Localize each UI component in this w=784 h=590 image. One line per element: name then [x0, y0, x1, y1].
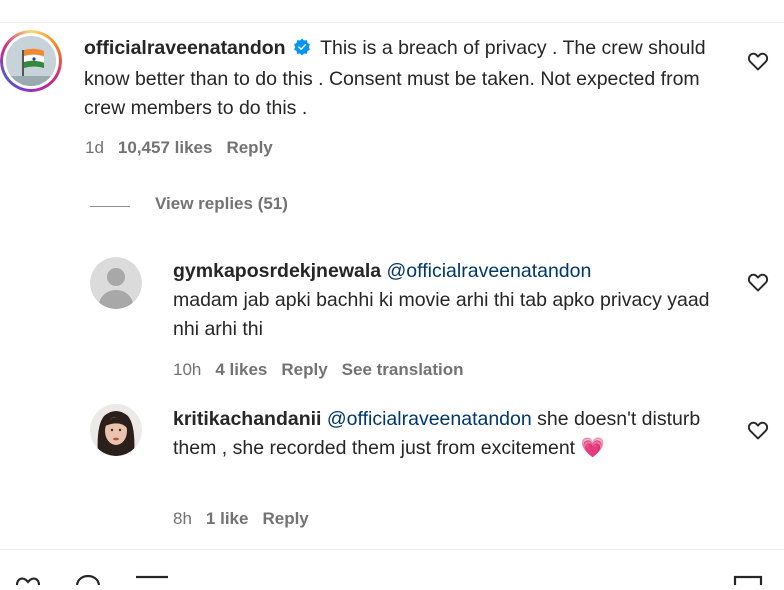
reply-button[interactable]: Reply	[226, 138, 272, 157]
reply-text-block: kritikachandanii @officialraveenatandon …	[173, 405, 718, 463]
avatar[interactable]	[0, 30, 62, 92]
default-avatar-icon	[90, 257, 142, 309]
reply-text-block: gymkaposrdekjnewala @officialraveenatand…	[173, 257, 713, 344]
save-icon[interactable]	[732, 572, 764, 590]
reply-meta: 10h 4 likes Reply See translation	[173, 360, 478, 380]
view-replies-button[interactable]: View replies (51)	[155, 194, 288, 214]
timestamp[interactable]: 10h	[173, 360, 201, 379]
comment-meta: 1d 10,457 likes Reply	[85, 138, 287, 158]
reply-meta: 8h 1 like Reply	[173, 509, 323, 529]
view-replies-divider	[90, 206, 130, 207]
reply-button[interactable]: Reply	[281, 360, 327, 379]
username[interactable]: gymkaposrdekjnewala	[173, 260, 381, 282]
avatar[interactable]	[90, 257, 142, 309]
see-translation-button[interactable]: See translation	[342, 360, 464, 379]
like-post-icon[interactable]	[14, 572, 42, 590]
like-heart-icon[interactable]	[746, 270, 770, 294]
username[interactable]: officialraveenatandon	[84, 37, 286, 59]
verified-badge-icon	[293, 36, 311, 65]
like-heart-icon[interactable]	[746, 418, 770, 442]
comment-text-block: officialraveenatandon This is a breach o…	[84, 34, 724, 123]
timestamp[interactable]: 1d	[85, 138, 104, 157]
likes-count[interactable]: 1 like	[206, 509, 249, 528]
timestamp[interactable]: 8h	[173, 509, 192, 528]
username[interactable]: kritikachandanii	[173, 408, 321, 430]
avatar-photo	[6, 36, 56, 86]
comment-icon[interactable]	[74, 572, 102, 590]
likes-count[interactable]: 4 likes	[215, 360, 267, 379]
like-heart-icon[interactable]	[746, 49, 770, 73]
mention-link[interactable]: @officialraveenatandon	[327, 408, 532, 430]
avatar[interactable]	[90, 404, 142, 456]
top-divider	[0, 22, 784, 23]
bottom-divider	[0, 549, 784, 550]
reply-text: madam jab apki bachhi ki movie arhi thi …	[173, 289, 710, 340]
heart-emoji-icon: 💗	[580, 437, 605, 459]
share-icon[interactable]	[134, 572, 170, 590]
mention-link[interactable]: @officialraveenatandon	[387, 260, 592, 282]
avatar-photo	[90, 404, 142, 456]
likes-count[interactable]: 10,457 likes	[118, 138, 213, 157]
reply-button[interactable]: Reply	[262, 509, 308, 528]
